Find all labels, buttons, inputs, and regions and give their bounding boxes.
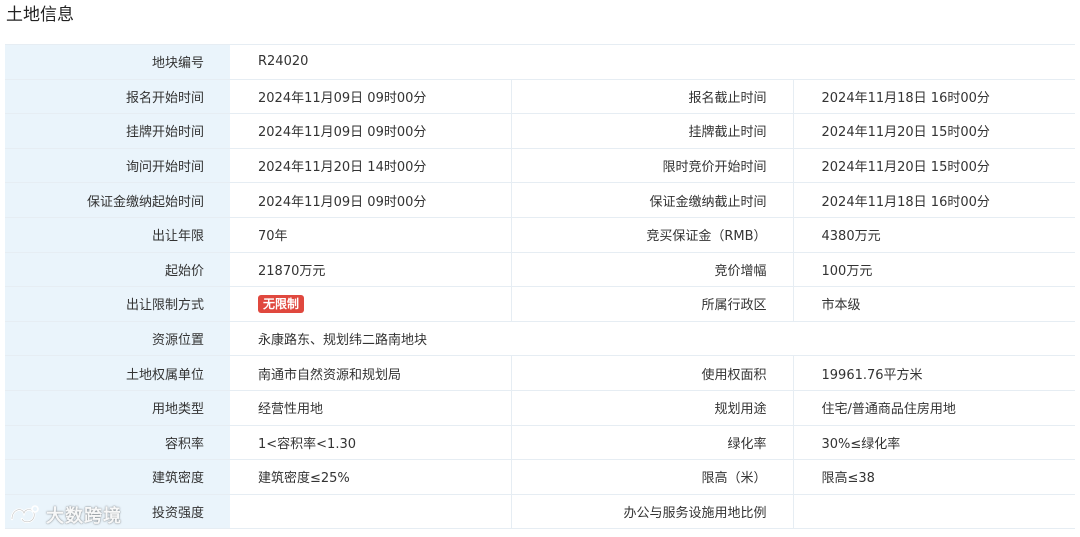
field-value: 4380万元 [792, 216, 1076, 253]
field-label: 限时竞价开始时间 [511, 147, 793, 184]
field-label: 报名截止时间 [511, 78, 793, 115]
table-row: 挂牌开始时间 2024年11月09日 09时00分 挂牌截止时间 2024年11月20… [5, 113, 1076, 149]
field-label: 地块编号 [5, 44, 230, 80]
table-row: 地块编号 R24020 [5, 44, 1076, 80]
field-value: 30%≤绿化率 [792, 424, 1076, 461]
field-value: 19961.76平方米 [792, 355, 1076, 391]
field-value: 市本级 [792, 286, 1076, 322]
field-label: 所属行政区 [511, 286, 793, 322]
watermark-text: 大数跨境 [46, 506, 122, 527]
field-label: 办公与服务设施用地比例 [511, 493, 793, 530]
field-label: 出让年限 [5, 216, 230, 253]
field-label: 建筑密度 [5, 459, 230, 495]
field-label: 土地权属单位 [5, 355, 230, 391]
field-label: 询问开始时间 [5, 147, 230, 184]
field-label: 挂牌截止时间 [511, 113, 793, 149]
field-value: 2024年11月18日 16时00分 [792, 78, 1076, 115]
field-label: 挂牌开始时间 [5, 113, 230, 149]
field-value: 2024年11月20日 15时00分 [792, 147, 1076, 184]
watermark: 大数跨境 [8, 502, 122, 528]
field-label: 规划用途 [511, 389, 793, 426]
field-value: 100万元 [792, 251, 1076, 288]
field-value: 1<容积率<1.30 [230, 424, 512, 461]
table-row: 投资强度 办公与服务设施用地比例 [5, 493, 1076, 530]
field-label: 保证金缴纳截止时间 [511, 182, 793, 218]
field-value: 无限制 [230, 286, 512, 322]
field-label: 容积率 [5, 424, 230, 461]
table-row: 报名开始时间 2024年11月09日 09时00分 报名截止时间 2024年11月18… [5, 78, 1076, 115]
field-label: 使用权面积 [511, 355, 793, 391]
field-value: 2024年11月09日 09时00分 [230, 78, 512, 115]
table-row: 保证金缴纳起始时间 2024年11月09日 09时00分 保证金缴纳截止时间 2024… [5, 182, 1076, 218]
land-info-table: 地块编号 R24020 报名开始时间 2024年11月09日 09时00分 报名截止时间… [5, 44, 1076, 530]
field-label: 出让限制方式 [5, 286, 230, 322]
field-value: 住宅/普通商品住房用地 [792, 389, 1076, 426]
table-row: 用地类型 经营性用地 规划用途 住宅/普通商品住房用地 [5, 389, 1076, 426]
section-title: 土地信息 [6, 5, 74, 25]
field-value: 永康路东、规划纬二路南地块 [230, 320, 1076, 357]
field-value: 限高≤38 [792, 459, 1076, 495]
table-row: 建筑密度 建筑密度≤25% 限高（米） 限高≤38 [5, 459, 1076, 495]
field-label: 竞价增幅 [511, 251, 793, 288]
table-row: 出让年限 70年 竞买保证金（RMB） 4380万元 [5, 216, 1076, 253]
field-value: 2024年11月09日 09时00分 [230, 182, 512, 218]
field-value: 南通市自然资源和规划局 [230, 355, 512, 391]
field-label: 保证金缴纳起始时间 [5, 182, 230, 218]
table-row: 起始价 21870万元 竞价增幅 100万元 [5, 251, 1076, 288]
field-label: 用地类型 [5, 389, 230, 426]
field-label: 绿化率 [511, 424, 793, 461]
field-value: 2024年11月20日 14时00分 [230, 147, 512, 184]
field-label: 限高（米） [511, 459, 793, 495]
field-value [230, 493, 512, 530]
field-value: 2024年11月09日 09时00分 [230, 113, 512, 149]
table-row: 询问开始时间 2024年11月20日 14时00分 限时竞价开始时间 2024年11月… [5, 147, 1076, 184]
land-info-page: 土地信息 地块编号 R24020 报名开始时间 2024年11月09日 09时00分报… [0, 0, 1080, 537]
field-value: 经营性用地 [230, 389, 512, 426]
field-value: R24020 [230, 44, 1076, 80]
table-row: 容积率 1<容积率<1.30 绿化率 30%≤绿化率 [5, 424, 1076, 461]
table-row: 土地权属单位 南通市自然资源和规划局 使用权面积 19961.76平方米 [5, 355, 1076, 391]
field-value: 21870万元 [230, 251, 512, 288]
field-label: 竞买保证金（RMB） [511, 216, 793, 253]
brand-logo-icon [10, 505, 39, 523]
field-value [792, 493, 1076, 530]
table-row: 资源位置 永康路东、规划纬二路南地块 [5, 320, 1076, 357]
table-row: 出让限制方式 无限制 所属行政区 市本级 [5, 286, 1076, 322]
field-value: 建筑密度≤25% [230, 459, 512, 495]
field-value: 2024年11月18日 16时00分 [792, 182, 1076, 218]
status-badge: 无限制 [258, 294, 305, 313]
field-label: 起始价 [5, 251, 230, 288]
field-value: 2024年11月20日 15时00分 [792, 113, 1076, 149]
field-label: 资源位置 [5, 320, 230, 357]
field-value: 70年 [230, 216, 512, 253]
field-label: 报名开始时间 [5, 78, 230, 115]
